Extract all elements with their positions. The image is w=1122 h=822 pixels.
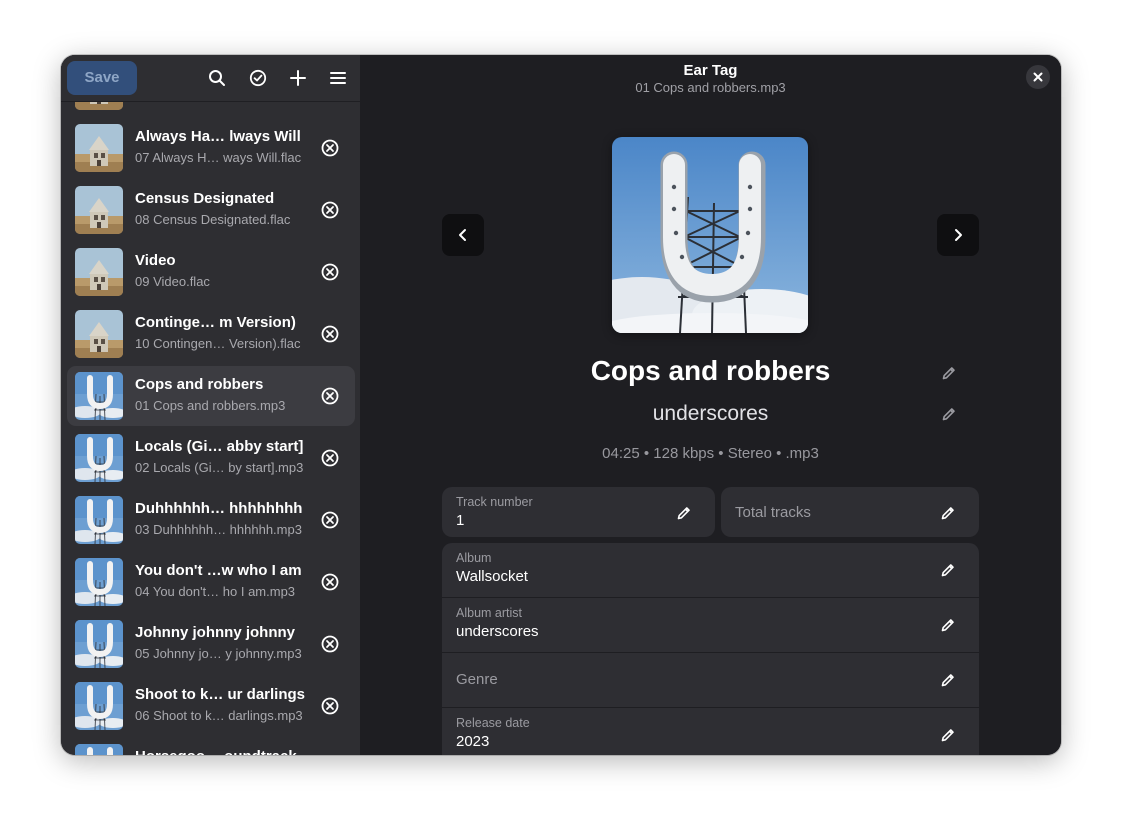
track-title: Horsegoo… oundtrack [135,748,305,755]
total-tracks-field[interactable]: Total tracks [721,487,979,537]
track-cover-thumbnail [75,496,123,544]
track-number-field[interactable]: Track number 1 [442,487,715,537]
remove-file-icon[interactable] [320,572,340,592]
window-title: Ear Tag [683,62,738,79]
track-row[interactable]: Always Ha… lways Will 07 Always H… ways W… [67,118,355,178]
track-cover-thumbnail [75,558,123,606]
track-number-label: Track number [456,495,533,509]
track-cover-thumbnail [75,186,123,234]
genre-field[interactable]: Genre [442,653,979,707]
track-title: Always Ha… lways Will [135,128,301,145]
remove-file-icon[interactable] [320,200,340,220]
album-artist-field[interactable]: Album artist underscores [442,598,979,652]
track-row[interactable]: You don't …w who I am 04 You don't… ho I … [67,552,355,612]
track-row[interactable]: Locals (Gi… abby start] 02 Locals (Gi… by… [67,428,355,488]
track-title: Census Designated [135,190,275,207]
album-field[interactable]: Album Wallsocket [442,543,979,597]
release-date-field[interactable]: Release date 2023 [442,708,979,755]
total-tracks-placeholder: Total tracks [735,504,811,521]
track-title: Video [135,252,176,269]
track-filename: 06 Shoot to k… darlings.mp3 [135,708,303,723]
track-row[interactable]: Continge… m Version) 10 Contingen… Versio… [67,304,355,364]
app-window: Always Ha… lways Will 07 Always H… ways W… [61,55,1061,755]
add-icon[interactable] [286,66,310,90]
next-file-button[interactable] [937,214,979,256]
genre-placeholder: Genre [456,671,498,688]
menu-icon[interactable] [326,66,350,90]
track-title: Duhhhhhh… hhhhhhhh [135,500,303,517]
track-row[interactable]: Duhhhhhh… hhhhhhhh 03 Duhhhhhh… hhhhhh.mp… [67,490,355,550]
edit-album-artist-pencil-icon[interactable] [939,616,957,634]
close-window-button[interactable] [1026,65,1050,89]
track-title: Shoot to k… ur darlings [135,686,305,703]
track-list[interactable]: Always Ha… lways Will 07 Always H… ways W… [61,55,360,755]
track-filename: 05 Johnny jo… y johnny.mp3 [135,646,302,661]
track-number-value: 1 [456,512,465,529]
remove-file-icon[interactable] [320,448,340,468]
release-date-value: 2023 [456,733,490,750]
album-artist-value: underscores [456,623,539,640]
track-filename: 03 Duhhhhhh… hhhhhh.mp3 [135,522,302,537]
track-cover-thumbnail [75,248,123,296]
edit-title-pencil-icon[interactable] [940,364,958,382]
remove-file-icon[interactable] [320,510,340,530]
search-icon[interactable] [205,66,229,90]
edit-total-tracks-pencil-icon[interactable] [939,504,957,522]
track-cover-thumbnail [75,682,123,730]
track-row[interactable]: Cops and robbers 01 Cops and robbers.mp3 [67,366,355,426]
remove-file-icon[interactable] [320,696,340,716]
track-cover-thumbnail [75,434,123,482]
album-label: Album [456,551,492,565]
main-panel: Ear Tag 01 Cops and robbers.mp3 Cops and… [360,55,1061,755]
file-info: 04:25 • 128 kbps • Stereo • .mp3 [602,445,819,462]
window-subtitle: 01 Cops and robbers.mp3 [635,80,786,95]
track-filename: 09 Video.flac [135,274,210,289]
track-cover-thumbnail [75,310,123,358]
sidebar-header: Save [61,55,360,102]
remove-file-icon[interactable] [320,138,340,158]
track-filename: 04 You don't… ho I am.mp3 [135,584,296,599]
edit-track-number-pencil-icon[interactable] [675,504,693,522]
track-row[interactable]: Shoot to k… ur darlings 06 Shoot to k… da… [67,676,355,736]
edit-genre-pencil-icon[interactable] [939,671,957,689]
chevron-right-icon [951,227,965,243]
track-filename: 07 Always H… ways Will.flac [135,150,302,165]
release-date-label: Release date [456,716,530,730]
track-title: Cops and robbers [135,376,264,393]
album-cover[interactable] [612,137,808,333]
track-row[interactable]: Johnny johnny johnny 05 Johnny jo… y john… [67,614,355,674]
album-value: Wallsocket [456,568,528,585]
track-filename: 10 Contingen… Version).flac [135,336,301,351]
track-title: Locals (Gi… abby start] [135,438,304,455]
tag-fields-group: Album Wallsocket Album artist underscore… [442,543,979,755]
track-cover-thumbnail [75,124,123,172]
remove-file-icon[interactable] [320,634,340,654]
track-row[interactable]: Horsegoo… oundtrack [67,738,355,755]
edit-release-date-pencil-icon[interactable] [939,726,957,744]
save-button[interactable]: Save [67,61,137,95]
track-row[interactable]: Census Designated 08 Census Designated.fl… [67,180,355,240]
track-row[interactable]: Video 09 Video.flac [67,242,355,302]
track-cover-thumbnail [75,744,123,755]
previous-file-button[interactable] [442,214,484,256]
remove-file-icon[interactable] [320,324,340,344]
sidebar: Always Ha… lways Will 07 Always H… ways W… [61,55,360,755]
track-cover-thumbnail [75,620,123,668]
select-all-icon[interactable] [246,66,270,90]
track-cover-thumbnail [75,372,123,420]
track-title: Johnny johnny johnny [135,624,295,641]
album-artist-label: Album artist [456,606,522,620]
remove-file-icon[interactable] [320,386,340,406]
track-filename: 02 Locals (Gi… by start].mp3 [135,460,304,475]
track-title: Continge… m Version) [135,314,296,331]
track-filename: 08 Census Designated.flac [135,212,291,227]
track-title: You don't …w who I am [135,562,302,579]
edit-album-pencil-icon[interactable] [939,561,957,579]
chevron-left-icon [456,227,470,243]
remove-file-icon[interactable] [320,262,340,282]
track-filename: 01 Cops and robbers.mp3 [135,398,286,413]
close-icon [1032,71,1044,83]
edit-artist-pencil-icon[interactable] [940,405,958,423]
